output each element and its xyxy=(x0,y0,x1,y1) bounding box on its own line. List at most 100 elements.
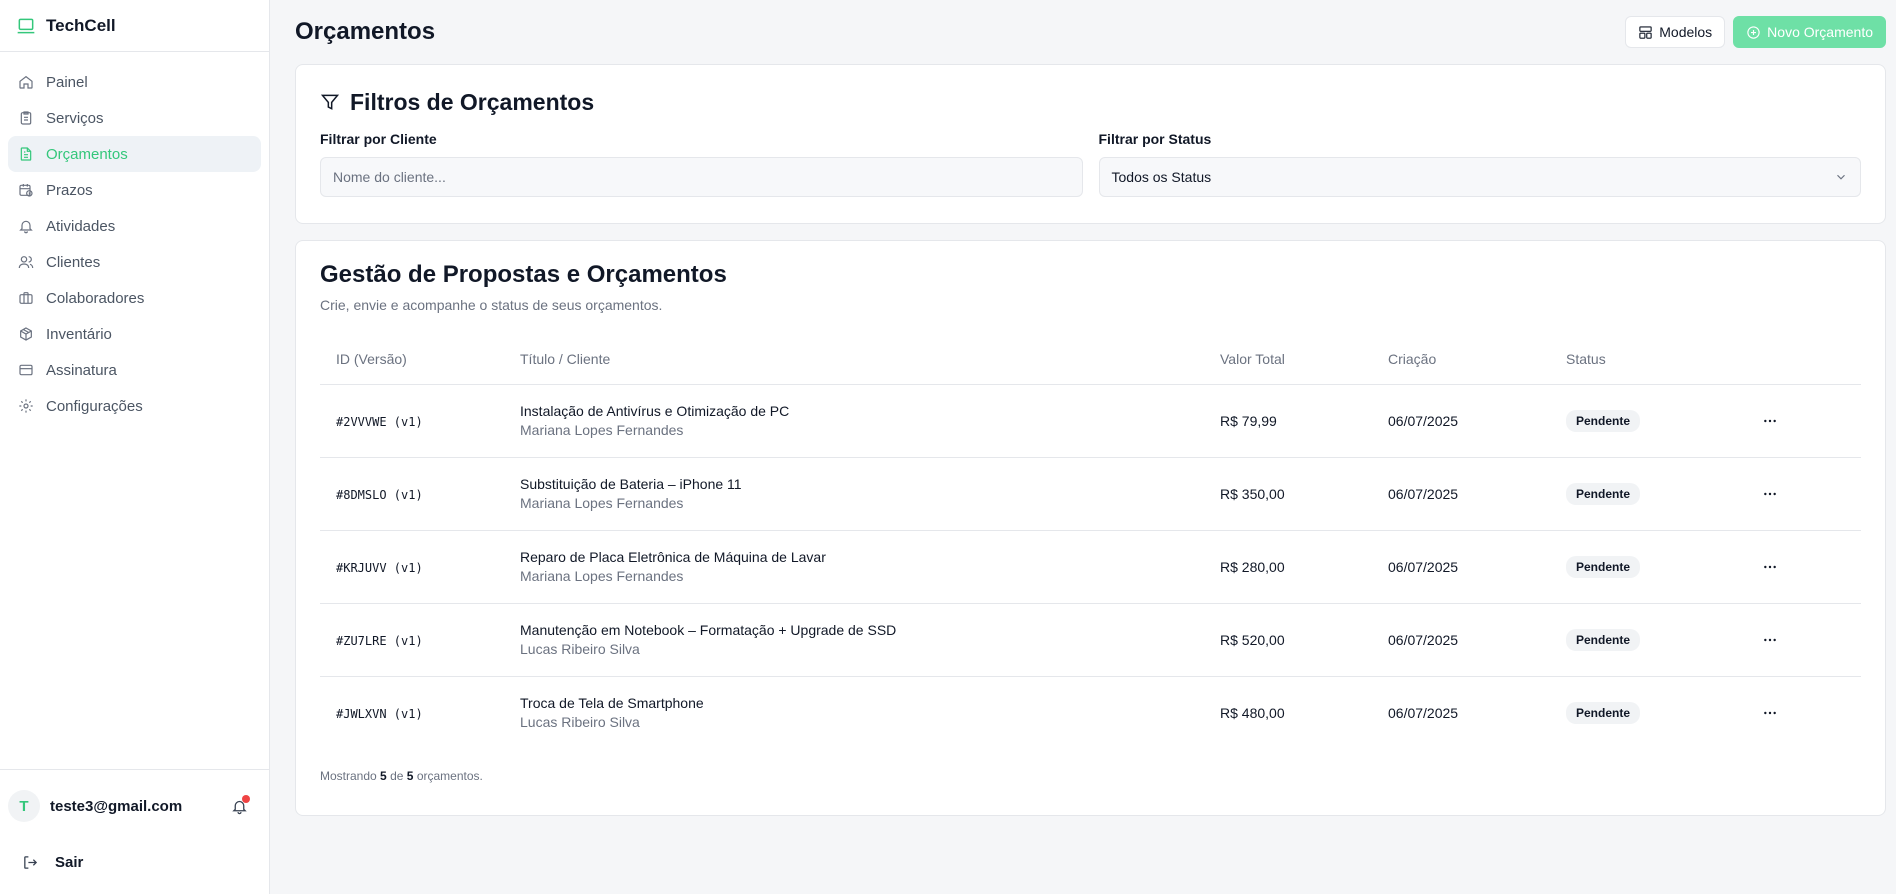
new-quote-button[interactable]: Novo Orçamento xyxy=(1733,16,1886,48)
brand[interactable]: TechCell xyxy=(0,0,269,52)
column-header-date[interactable]: Criação xyxy=(1388,335,1566,385)
row-actions-button[interactable] xyxy=(1756,480,1784,508)
quote-id: #ZU7LRE (v1) xyxy=(336,633,423,648)
more-horizontal-icon xyxy=(1764,711,1776,714)
status-badge: Pendente xyxy=(1566,555,1641,578)
quote-date: 06/07/2025 xyxy=(1388,384,1566,458)
status-filter-select[interactable]: Todos os Status xyxy=(1098,157,1861,197)
quotes-title: Gestão de Propostas e Orçamentos xyxy=(320,261,727,288)
quote-title: Manutenção em Notebook – Formatação + Up… xyxy=(520,622,897,638)
row-actions-button[interactable] xyxy=(1756,553,1784,581)
column-header-id[interactable]: ID (Versão) xyxy=(320,335,520,385)
quote-value: R$ 480,00 xyxy=(1220,704,1285,721)
quote-title: Troca de Tela de Smartphone xyxy=(520,695,704,712)
sidebar: TechCell Painel Serviços Orçamentos Praz… xyxy=(0,0,270,894)
client-filter-label: Filtrar por Cliente xyxy=(320,131,437,147)
bell-icon xyxy=(19,220,33,234)
sidebar-item-label: Colaboradores xyxy=(46,289,145,307)
status-filter: Filtrar por Status Todos os Status xyxy=(1098,131,1861,197)
sidebar-item-inventario[interactable]: Inventário xyxy=(8,316,261,352)
more-horizontal-icon xyxy=(1764,638,1776,641)
row-actions-button[interactable] xyxy=(1756,626,1784,654)
more-horizontal-icon xyxy=(1764,492,1776,495)
row-actions-button[interactable] xyxy=(1756,407,1784,435)
sidebar-item-prazos[interactable]: Prazos xyxy=(8,172,261,208)
sidebar-item-assinatura[interactable]: Assinatura xyxy=(8,352,261,388)
sidebar-item-label: Configurações xyxy=(46,397,143,415)
quote-value: R$ 280,00 xyxy=(1220,530,1388,604)
quote-client: Mariana Lopes Fernandes xyxy=(520,568,684,584)
table-row[interactable]: #8DMSLO (v1) Substituição de Bateria – i… xyxy=(320,457,1861,531)
summary-shown: 5 xyxy=(380,769,387,783)
summary-suffix: orçamentos. xyxy=(416,769,483,783)
quote-date: 06/07/2025 xyxy=(1388,530,1566,604)
sidebar-item-colaboradores[interactable]: Colaboradores xyxy=(8,280,261,316)
templates-button[interactable]: Modelos xyxy=(1625,16,1726,48)
quote-client: Lucas Ribeiro Silva xyxy=(520,714,640,731)
home-icon xyxy=(19,75,33,89)
client-filter: Filtrar por Cliente xyxy=(320,131,1083,197)
quotes-subtitle: Crie, envie e acompanhe o status de seus… xyxy=(320,297,663,313)
sidebar-item-configuracoes[interactable]: Configurações xyxy=(8,388,261,424)
sidebar-item-clientes[interactable]: Clientes xyxy=(8,244,261,280)
sidebar-item-orcamentos[interactable]: Orçamentos xyxy=(8,136,261,172)
file-text-icon xyxy=(20,147,32,161)
status-badge: Pendente xyxy=(1566,628,1641,651)
status-badge: Pendente xyxy=(1566,409,1641,432)
sidebar-item-label: Orçamentos xyxy=(46,145,128,163)
user-email: teste3@gmail.com xyxy=(50,797,183,815)
column-header-value[interactable]: Valor Total xyxy=(1220,335,1388,385)
quote-id: #KRJUVV (v1) xyxy=(336,560,423,575)
briefcase-icon xyxy=(19,292,33,304)
summary-middle: de xyxy=(390,769,404,783)
filters-card: Filtros de Orçamentos Filtrar por Client… xyxy=(295,64,1886,224)
app-name: TechCell xyxy=(46,15,116,35)
quote-title: Substituição de Bateria – iPhone 11 xyxy=(520,476,742,492)
sidebar-item-label: Assinatura xyxy=(46,361,117,379)
column-header-status[interactable]: Status xyxy=(1566,335,1756,385)
quote-client: Lucas Ribeiro Silva xyxy=(520,641,640,657)
row-actions-button[interactable] xyxy=(1756,699,1784,727)
sidebar-item-painel[interactable]: Painel xyxy=(8,64,261,100)
sidebar-item-servicos[interactable]: Serviços xyxy=(8,100,261,136)
sidebar-item-atividades[interactable]: Atividades xyxy=(8,208,261,244)
calendar-clock-icon xyxy=(19,184,33,197)
quote-value: R$ 79,99 xyxy=(1220,384,1388,458)
table-row[interactable]: #KRJUVV (v1) Reparo de Placa Eletrônica … xyxy=(320,530,1861,604)
new-quote-label: Novo Orçamento xyxy=(1767,24,1873,40)
client-filter-input[interactable] xyxy=(320,157,1083,197)
more-horizontal-icon xyxy=(1764,419,1776,422)
column-header-title[interactable]: Título / Cliente xyxy=(520,335,1220,385)
package-icon xyxy=(20,327,32,341)
filter-icon xyxy=(320,94,340,110)
table-row[interactable]: #ZU7LRE (v1) Manutenção em Notebook – Fo… xyxy=(320,603,1861,677)
gear-icon xyxy=(19,399,33,413)
quote-title: Reparo de Placa Eletrônica de Máquina de… xyxy=(520,549,826,565)
user-profile[interactable]: T teste3@gmail.com xyxy=(8,780,261,832)
status-badge: Pendente xyxy=(1566,701,1641,724)
quote-value: R$ 350,00 xyxy=(1220,457,1388,531)
sidebar-item-label: Inventário xyxy=(46,325,112,343)
quote-date: 06/07/2025 xyxy=(1388,603,1566,677)
filters-title: Filtros de Orçamentos xyxy=(350,88,595,115)
logout-button[interactable]: Sair xyxy=(8,842,261,882)
table-row[interactable]: #2VVVWE (v1) Instalação de Antivírus e O… xyxy=(320,384,1861,458)
quote-id: #2VVVWE (v1) xyxy=(336,414,423,429)
sidebar-item-label: Painel xyxy=(46,73,88,91)
credit-card-icon xyxy=(19,364,33,376)
quote-title: Instalação de Antivírus e Otimização de … xyxy=(520,403,790,419)
logout-label: Sair xyxy=(55,853,84,871)
sidebar-item-label: Serviços xyxy=(46,109,104,127)
sidebar-item-label: Prazos xyxy=(46,181,93,199)
page-header: Orçamentos Modelos Novo Orçamento xyxy=(295,0,1886,64)
notifications-button[interactable] xyxy=(225,792,253,820)
laptop-icon xyxy=(16,16,36,36)
table-row[interactable]: #JWLXVN (v1) Troca de Tela de Smartphone… xyxy=(320,676,1861,749)
more-horizontal-icon xyxy=(1764,565,1776,568)
quote-value: R$ 520,00 xyxy=(1220,603,1388,677)
quotes-table: ID (Versão) Título / Cliente Valor Total… xyxy=(320,335,1861,749)
main-content: Orçamentos Modelos Novo Orçamento Filtro… xyxy=(270,0,1896,894)
status-badge: Pendente xyxy=(1566,482,1641,505)
notification-dot xyxy=(242,795,250,803)
templates-label: Modelos xyxy=(1659,24,1713,40)
